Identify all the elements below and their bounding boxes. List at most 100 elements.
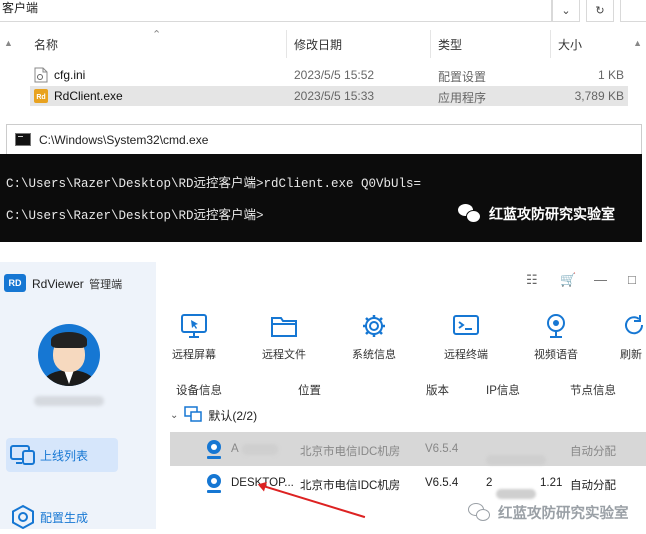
chevron-down-icon: ⌄ [561,5,571,17]
scroll-up-icon[interactable]: ▲ [633,38,642,48]
toolbar-system-info[interactable]: 系统信息 [344,312,404,362]
toolbar-label: 远程屏幕 [172,349,216,361]
device-version: V6.5.4 [425,477,459,489]
folder-icon [270,312,298,340]
ini-file-icon [34,67,48,83]
toolbar-video-voice[interactable]: 视频语音 [526,312,586,362]
header-device[interactable]: 设备信息 [176,382,222,398]
header-ip[interactable]: IP信息 [486,382,520,398]
cmd-line: C:\Users\Razer\Desktop\RD远控客户端>rdClient.… [6,177,422,191]
column-date[interactable]: 修改日期 [294,36,342,56]
toolbar-label: 刷新 [620,349,642,361]
file-row-cfg[interactable]: cfg.ini 2023/5/5 15:52 配置设置 1 KB [30,65,628,85]
file-size: 1 KB [597,68,624,82]
file-size: 3,789 KB [574,89,624,103]
sidebar-item-label: 上线列表 [40,448,89,463]
device-name-redacted [242,444,278,455]
rdviewer-window: RD RdViewer 管理端 上线列表 配置生成 ☷ 🛒 — □ 远程屏幕 远… [0,262,646,530]
close-partial-icon[interactable]: □ [628,272,636,287]
username-redacted [34,396,104,406]
app-subtitle: 管理端 [89,279,123,291]
device-row[interactable]: A 北京市电信IDC机房 V6.5.4 自动分配 [170,432,646,466]
refresh-icon: ↻ [595,5,605,17]
toolbar-remote-file[interactable]: 远程文件 [254,312,314,362]
address-bar[interactable]: 客户端 [0,0,552,22]
file-row-rdclient[interactable]: Rd RdClient.exe 2023/5/5 15:33 应用程序 3,78… [30,86,628,106]
device-row[interactable]: DESKTOP... 北京市电信IDC机房 V6.5.4 2 1.21 自动分配 [170,466,646,500]
cmd-line: C:\Users\Razer\Desktop\RD远控客户端> [6,209,264,223]
device-ip-suffix: 1.21 [540,477,563,489]
search-box[interactable] [620,0,646,22]
file-name: cfg.ini [54,68,86,82]
file-date: 2023/5/5 15:33 [294,89,375,103]
sort-up-icon: ⌃ [152,29,162,41]
header-location[interactable]: 位置 [298,382,321,398]
watermark: 红蓝攻防研究实验室 [468,502,629,523]
device-location: 北京市电信IDC机房 [300,446,401,458]
file-name: RdClient.exe [54,89,123,103]
cmd-title: C:\Windows\System32\cmd.exe [39,133,209,147]
wechat-icon [458,204,482,224]
device-node: 自动分配 [570,480,616,492]
cmd-title-bar[interactable]: C:\Windows\System32\cmd.exe [6,124,642,154]
file-type: 应用程序 [438,91,487,105]
cmd-console[interactable]: C:\Users\Razer\Desktop\RD远控客户端>rdClient.… [0,154,642,242]
header-version[interactable]: 版本 [426,382,449,398]
monitor-icon [6,444,40,466]
chevron-down-icon[interactable]: ⌄ [170,410,178,421]
device-location: 北京市电信IDC机房 [300,480,401,492]
toolbar-remote-screen[interactable]: 远程屏幕 [164,312,224,362]
column-size[interactable]: 大小 [558,36,582,56]
toolbar-remote-terminal[interactable]: 远程终端 [436,312,496,362]
toolbar-label: 远程文件 [262,349,306,361]
wechat-icon [468,502,492,523]
window-controls: ☷ 🛒 — □ [526,272,646,292]
sidebar-item-label: 配置生成 [40,510,89,525]
toolbar-label: 系统信息 [352,349,396,361]
device-version: V6.5.4 [425,443,459,455]
watermark-text: 红蓝攻防研究实验室 [498,506,629,522]
address-dropdown-button[interactable]: ⌄ [552,0,580,22]
watermark-text: 红蓝攻防研究实验室 [489,207,615,223]
equalizer-icon[interactable]: ☷ [526,272,538,288]
webcam-icon [542,312,570,340]
device-name: A [231,443,239,455]
device-webcam-icon [207,474,221,493]
svg-text:Rd: Rd [36,94,45,101]
group-label: 默认(2/2) [208,409,258,423]
minimize-icon[interactable]: — [594,272,607,287]
refresh-button[interactable]: ↻ [586,0,614,22]
avatar[interactable] [38,324,100,386]
column-name[interactable]: 名称 [34,36,58,56]
column-divider [550,30,551,58]
refresh-icon [622,312,646,340]
toolbar-refresh[interactable]: 刷新 [606,312,646,362]
cart-icon[interactable]: 🛒 [560,272,576,288]
device-ip-prefix: 2 [486,477,493,489]
cmd-icon [15,133,31,146]
toolbar-label: 视频语音 [534,349,578,361]
device-node: 自动分配 [570,446,616,458]
watermark: 红蓝攻防研究实验室 [458,204,615,224]
app-title: RdViewer 管理端 [32,276,122,292]
column-divider [286,30,287,58]
column-divider [430,30,431,58]
remote-screen-icon [180,312,208,340]
gear-icon [360,312,388,340]
file-explorer: 客户端 ⌄ ↻ ▲ 名称 ⌃ 修改日期 类型 大小 ▲ cfg.ini 2023… [0,0,646,124]
scroll-up-left-icon[interactable]: ▲ [4,38,13,48]
terminal-icon [452,312,480,340]
sidebar-item-online-list[interactable]: 上线列表 [6,438,118,472]
app-name: RdViewer [32,277,84,291]
group-default[interactable]: ⌄ 默认(2/2) [170,406,257,425]
toolbar-label: 远程终端 [444,349,488,361]
file-type: 配置设置 [438,70,487,84]
file-date: 2023/5/5 15:52 [294,68,375,82]
device-webcam-icon [207,440,221,459]
network-group-icon [184,406,203,425]
exe-file-icon: Rd [34,89,48,103]
column-type[interactable]: 类型 [438,36,462,56]
header-node[interactable]: 节点信息 [570,382,616,398]
settings-hex-icon [6,504,40,530]
app-logo: RD [4,274,26,292]
